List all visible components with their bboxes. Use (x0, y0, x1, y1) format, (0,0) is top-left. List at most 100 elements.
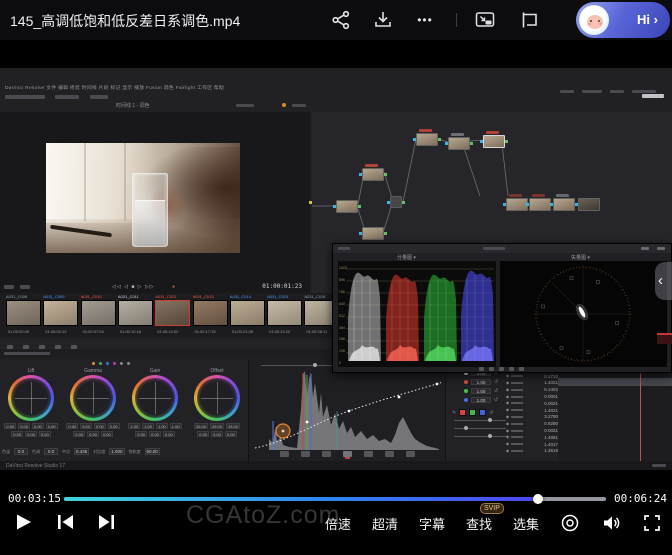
scopes-titlebar[interactable] (333, 244, 671, 253)
progress-handle[interactable] (533, 494, 543, 504)
keyframe-playhead[interactable] (640, 360, 641, 461)
wheel-value[interactable]: 0.00 (197, 431, 209, 437)
clip-thumbnail[interactable] (81, 300, 116, 326)
picture-in-picture-icon[interactable] (474, 9, 496, 31)
vectorscope-title[interactable]: 矢量图 ▾ (571, 254, 590, 261)
wheel-value[interactable]: 0.00 (32, 423, 44, 429)
wheel-value[interactable]: 0.00 (101, 431, 113, 437)
curve-mode-icon[interactable] (364, 451, 373, 457)
keyframe-row[interactable]: ◆0.9280 (506, 420, 558, 427)
wheel-offset[interactable]: Offset25.0025.0025.000.000.000.00 (186, 368, 248, 437)
node-07-selected[interactable] (483, 135, 505, 148)
reset-icon[interactable]: ↺ (494, 379, 498, 385)
wheel-value[interactable]: 1.00 (128, 423, 140, 429)
previous-episode-button[interactable] (54, 511, 76, 533)
blue-swatch[interactable] (479, 409, 486, 416)
curve-mode-icon[interactable] (280, 451, 289, 457)
clip-thumbnail[interactable] (155, 300, 190, 326)
play-button[interactable] (12, 511, 34, 533)
player-btn-subtitle[interactable]: 字幕 (419, 514, 445, 533)
channel-value[interactable]: 1.00 (471, 388, 491, 394)
player-btn-episodes[interactable]: 选集 (513, 514, 539, 533)
node-05[interactable] (416, 133, 438, 146)
keyframe-row[interactable]: ◆0.0021 (506, 400, 558, 407)
download-icon[interactable] (372, 9, 394, 31)
playback-buttons[interactable]: ◁◁ ◁ ■ ▷ ▷▷ (112, 284, 155, 290)
keyframe-timeline[interactable] (558, 360, 672, 461)
next-episode-button[interactable] (96, 511, 118, 533)
channel-value[interactable]: 1.00 (471, 397, 491, 403)
wheel-value[interactable]: 25.00 (210, 423, 224, 429)
fullscreen-icon[interactable] (642, 513, 662, 533)
clip-cell[interactable]: A031_C01001:00:07:04 (81, 293, 116, 338)
reset-icon[interactable]: ↺ (494, 397, 498, 403)
keyframe-row[interactable]: ◆5.1403 (506, 386, 558, 393)
keyframe-row[interactable]: ◆1.4051 (506, 434, 558, 441)
adjust-value[interactable]: 50.00 (145, 448, 160, 455)
player-btn-quality[interactable]: 超清 (372, 514, 398, 533)
keyframe-row[interactable]: ◆0.0021 (506, 427, 558, 434)
wheel-value[interactable]: 0.00 (25, 431, 37, 437)
keyframe-row[interactable]: ◆1.4021 (506, 407, 558, 414)
clip-cell[interactable]: A031_C01401:00:21:08 (230, 293, 265, 338)
wheel-value[interactable]: 0.00 (149, 431, 161, 437)
parade-title[interactable]: 分量图 ▾ (397, 254, 416, 261)
reset-icon[interactable]: ↺ (489, 410, 493, 416)
clip-cell[interactable]: A031_C01501:00:24:20 (267, 293, 302, 338)
wheel-value[interactable]: 0.00 (11, 431, 23, 437)
wheel-gamma[interactable]: Gamma0.000.000.000.000.000.000.00 (62, 368, 124, 437)
wheel-gain[interactable]: Gain1.001.001.001.000.000.000.00 (124, 368, 186, 437)
clip-cell[interactable]: A031_C01301:00:17:15 (193, 293, 228, 338)
clip-cell[interactable]: A031_C01101:00:10:18 (118, 293, 153, 338)
wheel-value[interactable]: 0.00 (135, 431, 147, 437)
wheel-value[interactable]: 0.00 (87, 431, 99, 437)
wheel-value[interactable]: 0.00 (80, 423, 92, 429)
active-curve-point-highlight[interactable] (276, 424, 290, 438)
wheel-value[interactable]: 0.00 (4, 423, 16, 429)
wheel-ring-gamma[interactable] (70, 375, 116, 421)
wheel-value[interactable]: 1.00 (170, 423, 182, 429)
keyframe-row[interactable]: ◆1.4017 (506, 441, 558, 448)
node-10[interactable] (553, 198, 575, 211)
node-03[interactable] (362, 227, 384, 240)
reset-icon[interactable]: ↺ (494, 388, 498, 394)
adjust-value[interactable]: 0.435 (74, 448, 89, 455)
clip-thumbnail[interactable] (6, 300, 41, 326)
wheel-value[interactable]: 0.00 (211, 431, 223, 437)
share-icon[interactable] (330, 9, 352, 31)
wheel-value[interactable]: 0.00 (108, 423, 120, 429)
clip-thumbnail[interactable] (230, 300, 265, 326)
clip-thumbnail[interactable] (118, 300, 153, 326)
episode-drawer-handle[interactable]: ‹ (655, 262, 672, 300)
wheel-value[interactable]: 0.00 (225, 431, 237, 437)
node-01[interactable] (336, 200, 358, 213)
clip-thumbnail[interactable] (193, 300, 228, 326)
clip-cell[interactable]: A031_C00901:00:03:12 (43, 293, 78, 338)
keyframe-row[interactable]: ◆1.4021 (506, 380, 558, 387)
video-frame[interactable]: DaVinci Resolve 文件 编辑 修剪 时间线 片段 标记 显示 播放… (0, 40, 672, 485)
green-swatch[interactable] (469, 409, 476, 416)
keyframe-row[interactable]: ◆3.2780 (506, 414, 558, 421)
wheel-value[interactable]: 25.00 (194, 423, 208, 429)
wheel-value[interactable]: 0.00 (46, 423, 58, 429)
node-mixer[interactable] (390, 196, 402, 208)
wheel-lift[interactable]: Lift0.000.000.000.000.000.000.00 (0, 368, 62, 437)
wheel-value[interactable]: 25.00 (226, 423, 240, 429)
wheel-value[interactable]: 0.00 (163, 431, 175, 437)
wheel-value[interactable]: 0.00 (39, 431, 51, 437)
node-09[interactable] (529, 198, 551, 211)
wheel-value[interactable]: 0.00 (94, 423, 106, 429)
clip-cell[interactable]: A031_C00801:00:00:00 (6, 293, 41, 338)
adjust-value[interactable]: 0.0 (14, 448, 28, 455)
account-pill[interactable]: Hi › (576, 2, 670, 38)
curve-mode-icon[interactable] (406, 451, 415, 457)
keyframe-row[interactable]: ◆1.3519 (506, 448, 558, 455)
channel-value[interactable]: 1.00 (471, 379, 491, 385)
wheel-ring-offset[interactable] (194, 375, 240, 421)
mini-window-icon[interactable] (518, 9, 540, 31)
palette-tab-dots[interactable] (92, 362, 130, 365)
curve-mode-icon-active[interactable] (343, 451, 352, 457)
clip-thumbnail[interactable] (43, 300, 78, 326)
red-swatch[interactable] (459, 409, 466, 416)
node-06[interactable] (448, 137, 470, 150)
